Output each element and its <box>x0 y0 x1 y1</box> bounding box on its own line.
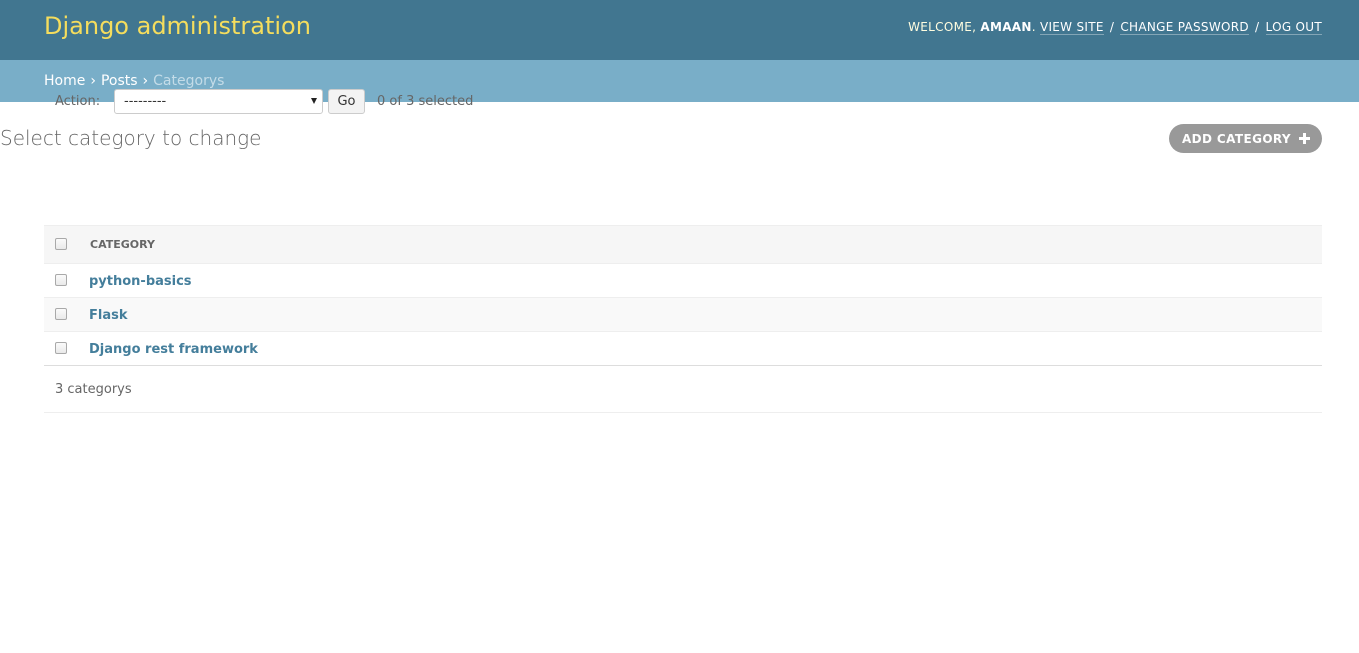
chevron-down-icon <box>311 98 317 104</box>
site-name[interactable]: Django administration <box>44 12 311 40</box>
select-all-checkbox[interactable] <box>55 238 67 250</box>
results-table: Category python-basics Flask <box>44 225 1322 366</box>
selected-count: 0 of 3 selected <box>377 93 474 109</box>
category-cell: python-basics <box>89 263 1322 298</box>
username: AMAAN <box>980 20 1032 34</box>
user-tools: Welcome, AMAAN. View site / Change passw… <box>908 20 1322 35</box>
separator: / <box>1255 20 1260 34</box>
table-header-row: Category <box>44 225 1322 264</box>
column-header-label: Category <box>90 238 155 251</box>
view-site-link[interactable]: View site <box>1039 20 1104 35</box>
action-label: Action: <box>55 93 101 109</box>
row-checkbox-cell <box>44 331 89 366</box>
row-checkbox[interactable] <box>55 307 67 320</box>
row-checkbox-cell <box>44 297 89 332</box>
category-cell: Flask <box>89 297 1322 332</box>
action-select[interactable]: --------- <box>114 88 323 114</box>
category-cell: Django rest framework <box>89 331 1322 366</box>
go-button[interactable]: Go <box>328 88 365 114</box>
header-bar: Django administration Welcome, AMAAN. Vi… <box>0 0 1359 60</box>
log-out-link[interactable]: Log out <box>1265 20 1322 35</box>
table-row: python-basics <box>44 263 1322 298</box>
page-title: Select category to change <box>0 126 262 150</box>
action-select-value: --------- <box>124 93 167 109</box>
add-category-button[interactable]: Add category <box>1168 124 1322 153</box>
row-checkbox-cell <box>44 263 89 298</box>
actions-bar: Action: --------- Go 0 of 3 selected <box>44 86 1322 116</box>
category-link[interactable]: Django rest framework <box>89 342 258 357</box>
select-all-cell <box>44 225 89 264</box>
change-password-link[interactable]: Change password <box>1120 20 1249 35</box>
row-checkbox[interactable] <box>55 341 67 354</box>
table-row: Flask <box>44 297 1322 332</box>
column-header-category[interactable]: Category <box>89 225 1322 264</box>
add-category-label: Add category <box>1181 131 1291 146</box>
paginator: 3 categorys <box>44 366 1322 413</box>
table-row: Django rest framework <box>44 331 1322 366</box>
results-table-wrapper: Category python-basics Flask <box>44 225 1322 366</box>
plus-icon <box>1299 133 1310 144</box>
category-link[interactable]: python-basics <box>89 274 192 289</box>
separator: / <box>1109 20 1115 34</box>
result-count: 3 categorys <box>55 381 132 397</box>
welcome-text: Welcome, <box>908 20 977 34</box>
category-link[interactable]: Flask <box>89 308 128 323</box>
row-checkbox[interactable] <box>55 273 67 286</box>
